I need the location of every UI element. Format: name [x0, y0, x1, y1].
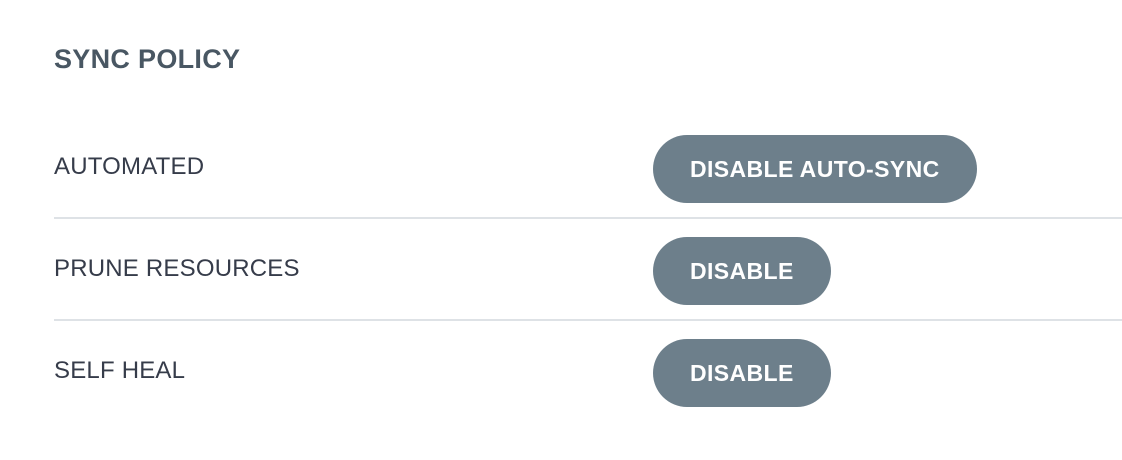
row-label-automated: AUTOMATED: [54, 153, 205, 180]
row-label-prune-resources: PRUNE RESOURCES: [54, 255, 300, 282]
sync-policy-row-prune-resources: PRUNE RESOURCES DISABLE: [54, 219, 1122, 321]
sync-policy-row-self-heal: SELF HEAL DISABLE: [54, 321, 1122, 423]
section-title: SYNC POLICY: [54, 44, 241, 74]
disable-prune-button[interactable]: DISABLE: [653, 237, 831, 305]
sync-policy-panel: SYNC POLICY AUTOMATED DISABLE AUTO-SYNC …: [0, 0, 1122, 460]
row-label-self-heal: SELF HEAL: [54, 357, 186, 384]
sync-policy-row-automated: AUTOMATED DISABLE AUTO-SYNC: [54, 117, 1122, 219]
disable-auto-sync-button[interactable]: DISABLE AUTO-SYNC: [653, 135, 977, 203]
disable-self-heal-button[interactable]: DISABLE: [653, 339, 831, 407]
